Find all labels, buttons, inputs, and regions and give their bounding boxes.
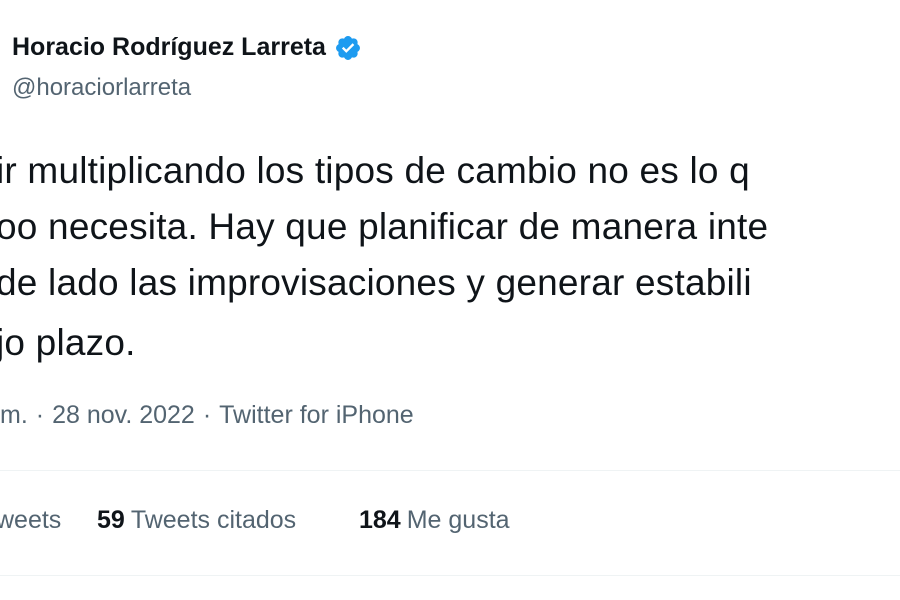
quote-tweets-stat[interactable]: 59 Tweets citados [97, 506, 296, 535]
retweets-stat[interactable]: weets [0, 506, 61, 535]
tweet-source[interactable]: Twitter for iPhone [219, 401, 414, 430]
author-name-row[interactable]: Horacio Rodríguez Larreta [12, 33, 362, 62]
meta-separator: · [202, 401, 212, 429]
tweet-date[interactable]: 28 nov. 2022 [52, 401, 195, 430]
meta-separator: · [35, 401, 45, 429]
like-count: 184 [359, 506, 401, 534]
tweet-text-line: ir multiplicando los tipos de cambio no … [0, 150, 750, 191]
verified-badge-icon [335, 35, 360, 60]
author-handle[interactable]: @horaciorlarreta [12, 74, 191, 102]
divider [0, 470, 900, 471]
author-name[interactable]: Horacio Rodríguez Larreta [12, 33, 326, 62]
like-label: Me gusta [406, 506, 510, 534]
tweet-text-line: jo plazo. [0, 322, 136, 363]
tweet-text-line: oo necesita. Hay que planificar de maner… [0, 206, 769, 247]
divider [0, 575, 900, 576]
tweet-text-line: de lado las improvisaciones y generar es… [0, 262, 752, 303]
retweets-label: weets [0, 506, 62, 534]
quote-label: Tweets citados [130, 506, 297, 534]
likes-stat[interactable]: 184 Me gusta [359, 506, 510, 535]
quote-count: 59 [97, 506, 125, 534]
tweet-metadata: m. · 28 nov. 2022 · Twitter for iPhone [0, 401, 414, 430]
tweet-time[interactable]: m. [0, 401, 28, 430]
tweet-card: Horacio Rodríguez Larreta @horaciorlarre… [0, 0, 900, 600]
tweet-text: ir multiplicando los tipos de cambio no … [0, 150, 900, 390]
